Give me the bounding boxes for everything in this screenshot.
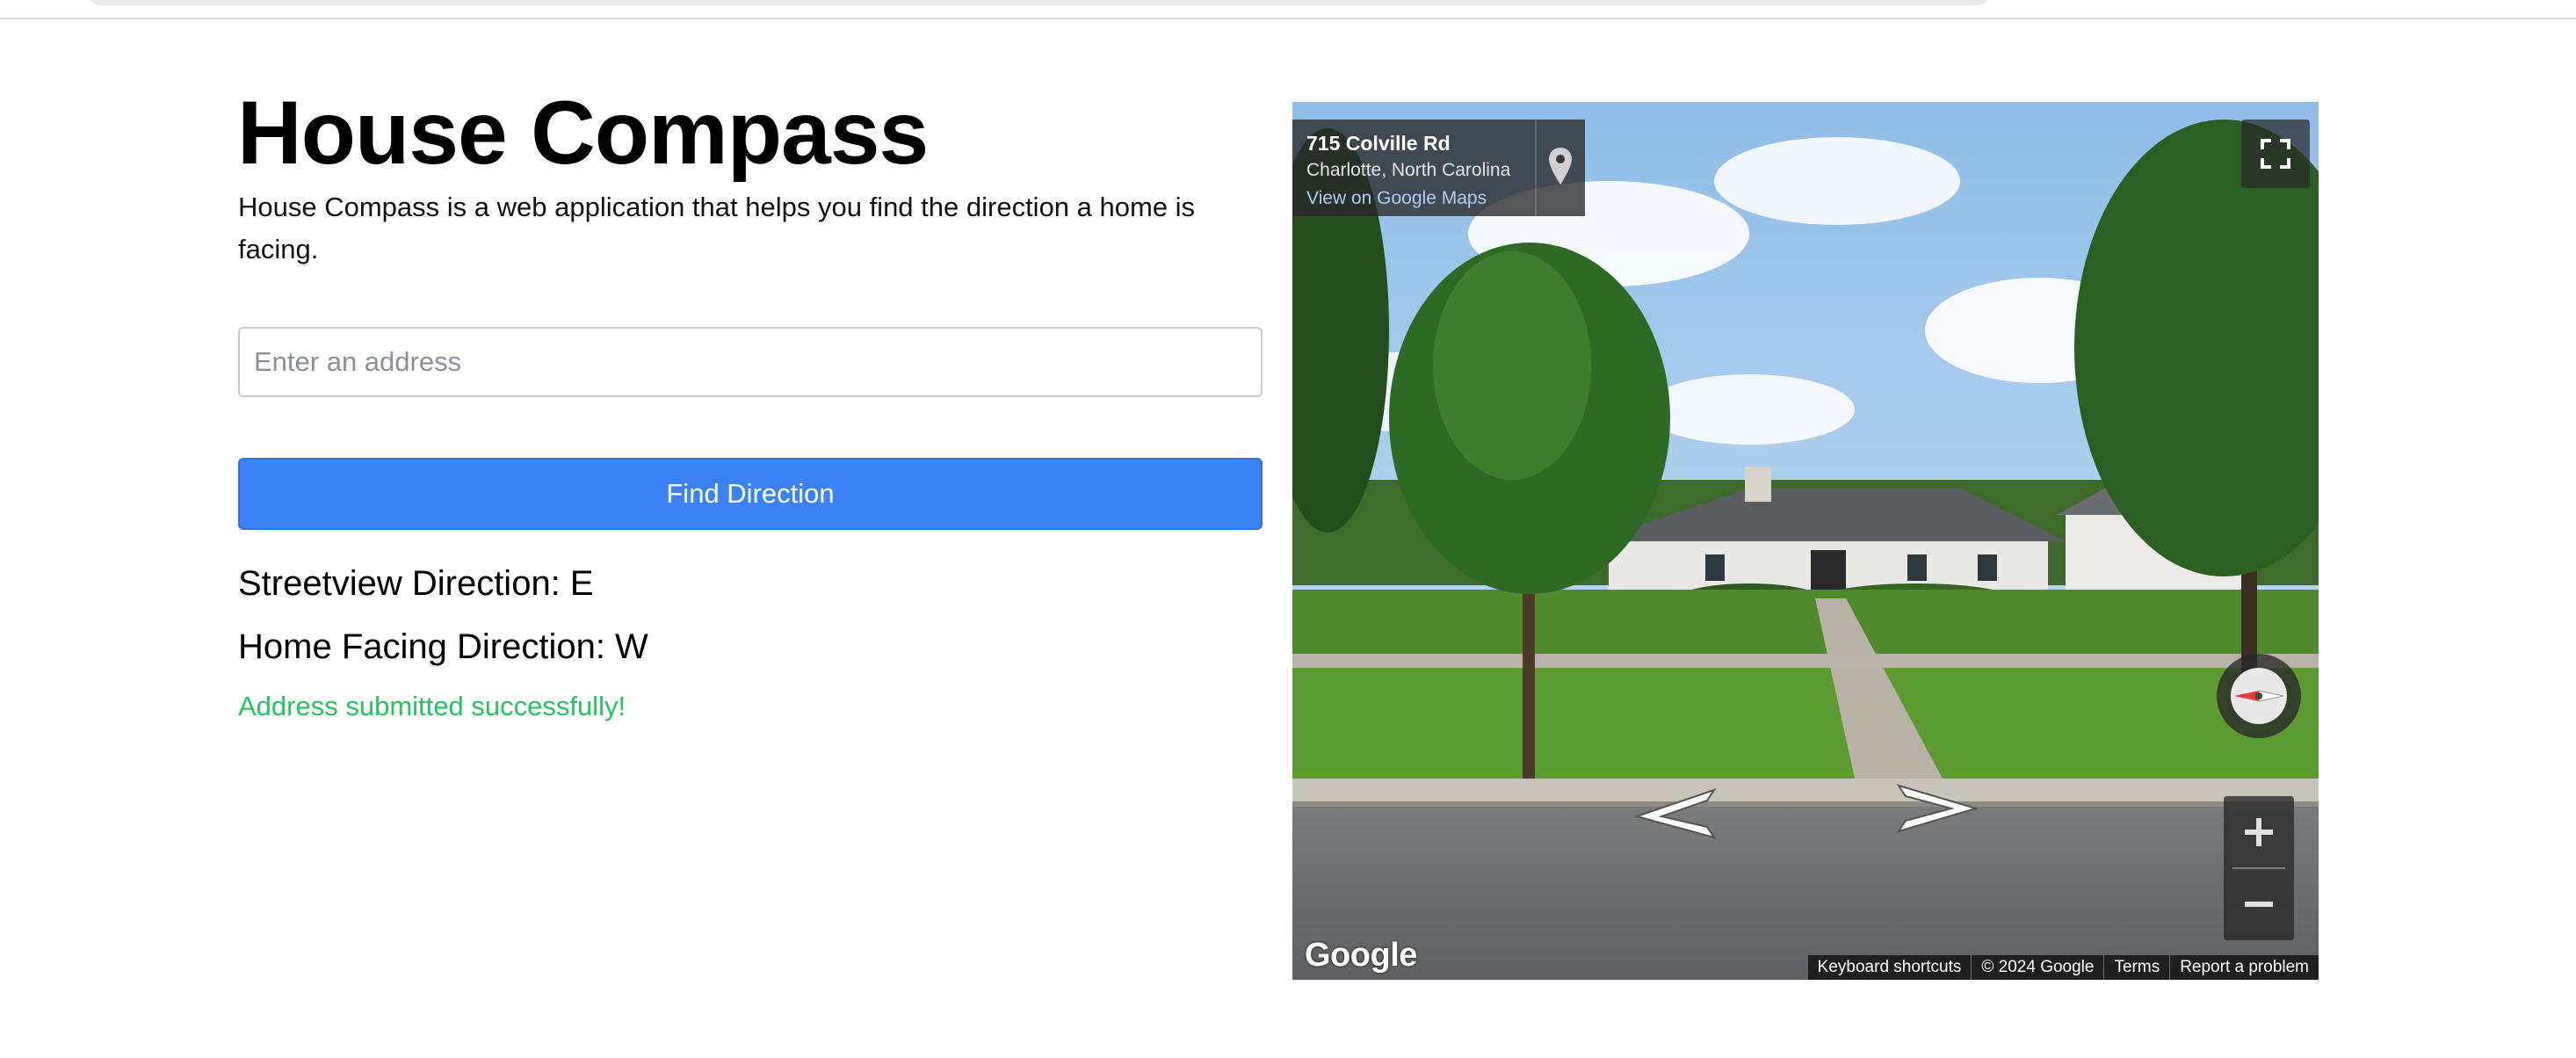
street-view-footer: Keyboard shortcuts © 2024 Google Terms R… [1807, 955, 2319, 980]
location-info-card: 715 Colville Rd Charlotte, North Carolin… [1292, 120, 1585, 216]
browser-top-strip [0, 0, 2576, 19]
street-view-image[interactable] [1292, 102, 2319, 980]
streetview-direction-text: Streetview Direction: E [238, 564, 594, 603]
fullscreen-button[interactable] [2241, 120, 2310, 188]
report-problem-link[interactable]: Report a problem [2169, 955, 2319, 980]
google-logo: Google [1305, 937, 1417, 974]
navigate-right-arrow[interactable] [1890, 779, 1986, 840]
page-title: House Compass [237, 83, 929, 183]
location-street: 715 Colville Rd [1306, 132, 1451, 155]
zoom-in-button[interactable] [2224, 796, 2294, 868]
location-city: Charlotte, North Carolina [1306, 160, 1511, 180]
compass-button[interactable] [2217, 654, 2301, 738]
terms-link[interactable]: Terms [2103, 955, 2169, 980]
address-input[interactable] [238, 327, 1263, 397]
copyright-text: © 2024 Google [1971, 955, 2103, 980]
browser-address-bar-edge [88, 0, 1990, 5]
fullscreen-icon [2261, 139, 2290, 169]
map-pin-icon[interactable] [1547, 146, 1574, 186]
compass-icon [2231, 668, 2287, 724]
find-direction-button[interactable]: Find Direction [238, 458, 1263, 530]
home-facing-direction-text: Home Facing Direction: W [238, 627, 648, 666]
street-view-panel[interactable]: 715 Colville Rd Charlotte, North Carolin… [1292, 102, 2319, 980]
info-card-divider [1535, 120, 1537, 216]
view-on-google-maps-link[interactable]: View on Google Maps [1306, 188, 1487, 209]
success-message: Address submitted successfully! [238, 691, 626, 721]
page-description: House Compass is a web application that … [238, 192, 1196, 264]
navigate-left-arrow[interactable] [1626, 783, 1723, 844]
zoom-controls [2224, 796, 2294, 940]
keyboard-shortcuts-link[interactable]: Keyboard shortcuts [1808, 955, 1972, 980]
zoom-out-button[interactable] [2224, 868, 2294, 940]
plus-icon [2245, 818, 2273, 846]
minus-icon [2245, 902, 2273, 907]
